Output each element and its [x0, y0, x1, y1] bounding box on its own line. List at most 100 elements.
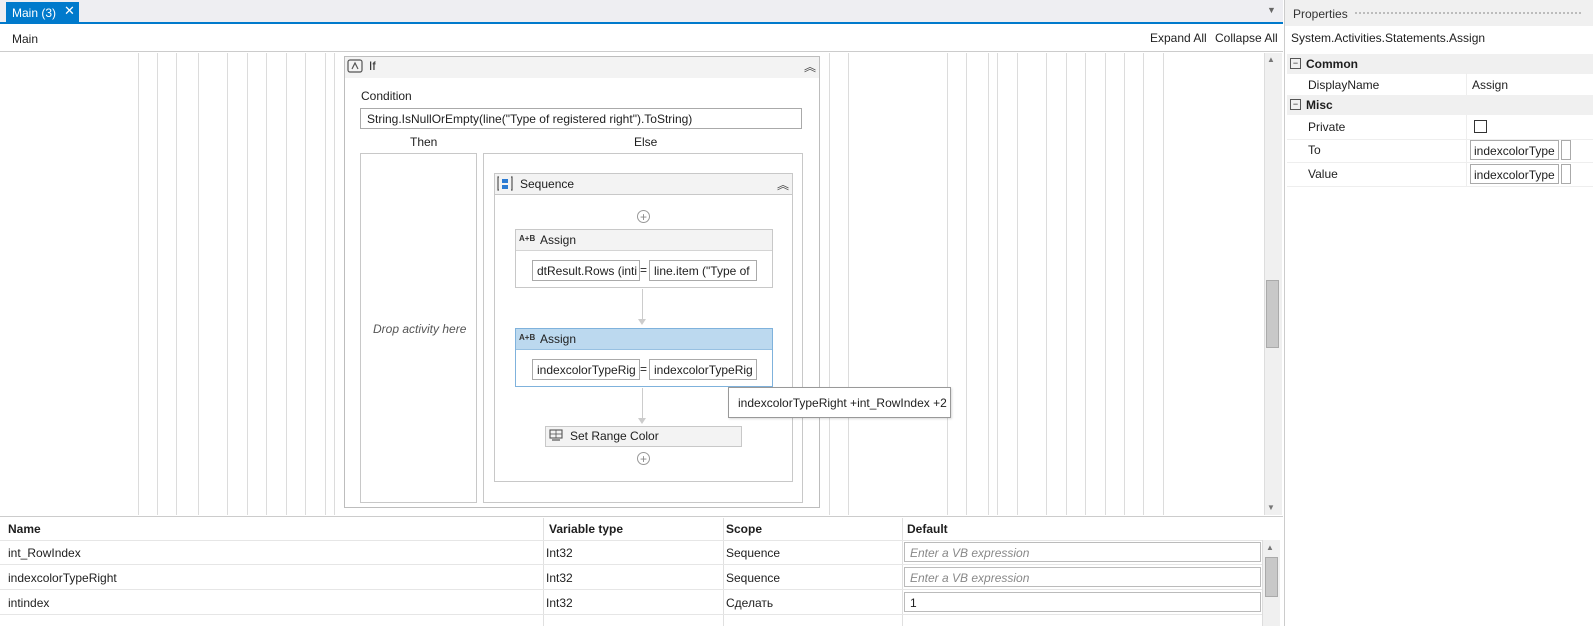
designer-header — [0, 26, 1283, 52]
condition-input[interactable]: String.IsNullOrEmpty(line("Type of regis… — [360, 108, 802, 129]
property-row-to[interactable]: To indexcolorType — [1287, 138, 1593, 163]
assign-to-field[interactable]: dtResult.Rows (inti — [532, 260, 640, 281]
nesting-guide — [334, 53, 335, 515]
property-value-input[interactable]: indexcolorType — [1470, 140, 1559, 160]
if-activity-title: If — [369, 59, 376, 73]
nesting-guide — [138, 53, 139, 515]
row-divider — [0, 540, 1262, 541]
add-activity-icon[interactable]: + — [637, 210, 650, 223]
then-label: Then — [410, 135, 438, 149]
properties-title: Properties — [1293, 7, 1348, 21]
column-separator — [723, 518, 724, 626]
scroll-up-icon[interactable]: ▲ — [1266, 543, 1274, 552]
variables-scroll-thumb[interactable] — [1265, 557, 1278, 597]
variable-name[interactable]: intindex — [8, 596, 49, 610]
nesting-guide — [997, 53, 998, 515]
nesting-guide — [1017, 53, 1018, 515]
collapse-all-button[interactable]: Collapse All — [1215, 31, 1278, 45]
breadcrumb[interactable]: Main — [12, 32, 38, 46]
add-activity-icon[interactable]: + — [637, 452, 650, 465]
assign-equals: = — [640, 263, 648, 277]
variable-default-input[interactable]: Enter a VB expression — [904, 542, 1261, 562]
variable-type[interactable]: Int32 — [546, 596, 573, 610]
assign-to-field[interactable]: indexcolorTypeRig — [532, 359, 640, 380]
tab-close-icon[interactable]: ✕ — [64, 3, 75, 19]
scroll-down-icon[interactable]: ▼ — [1267, 503, 1275, 512]
assign-value-field[interactable]: line.item ("Type of — [649, 260, 757, 281]
connector-line — [642, 289, 643, 319]
variable-type[interactable]: Int32 — [546, 546, 573, 560]
category-misc[interactable]: − Misc — [1287, 95, 1593, 115]
property-row-private[interactable]: Private — [1287, 115, 1593, 140]
nesting-guide — [848, 53, 849, 515]
row-divider — [0, 589, 1262, 590]
nesting-guide — [286, 53, 287, 515]
column-header-variable-type[interactable]: Variable type — [549, 522, 623, 536]
collapse-category-icon[interactable]: − — [1290, 58, 1301, 69]
value-tooltip: indexcolorTypeRight +int_RowIndex +2 — [728, 387, 951, 418]
tab-list-dropdown-icon[interactable]: ▼ — [1267, 5, 1276, 15]
collapse-chevron-icon[interactable]: ︽ — [804, 58, 816, 75]
sequence-title: Sequence — [520, 177, 575, 191]
assign-title: Assign — [540, 332, 577, 346]
property-row-value[interactable]: Value indexcolorType — [1287, 162, 1593, 187]
variable-scope[interactable]: Sequence — [726, 546, 780, 560]
private-checkbox[interactable] — [1474, 120, 1487, 133]
if-activity-header[interactable] — [344, 56, 820, 78]
selected-type-name: System.Activities.Statements.Assign — [1291, 31, 1486, 45]
expression-editor-button[interactable] — [1561, 140, 1571, 160]
variable-name[interactable]: int_RowIndex — [8, 546, 81, 560]
category-label: Misc — [1306, 98, 1333, 112]
nesting-guide — [176, 53, 177, 515]
category-common[interactable]: − Common — [1287, 54, 1593, 74]
assign-value-field[interactable]: indexcolorTypeRig — [649, 359, 757, 380]
property-key: Private — [1308, 120, 1346, 134]
tab-main-label: Main (3) — [12, 6, 57, 20]
column-header-name[interactable]: Name — [8, 522, 41, 536]
assign-header[interactable]: A+B Assign — [516, 329, 772, 350]
set-range-color-icon — [549, 429, 563, 441]
row-divider — [0, 614, 1262, 615]
nesting-guide — [1143, 53, 1144, 515]
condition-label: Condition — [361, 89, 412, 103]
nesting-guide — [1124, 53, 1125, 515]
nesting-guide — [829, 53, 830, 515]
variable-name[interactable]: indexcolorTypeRight — [8, 571, 117, 585]
property-separator — [1466, 162, 1467, 186]
expand-all-button[interactable]: Expand All — [1150, 31, 1207, 45]
panel-drag-grip[interactable] — [1354, 11, 1582, 16]
assign-activity-selected[interactable]: A+B Assign indexcolorTypeRig = indexcolo… — [515, 328, 773, 387]
variable-default-input[interactable]: Enter a VB expression — [904, 567, 1261, 587]
row-divider — [0, 564, 1262, 565]
column-header-default[interactable]: Default — [907, 522, 948, 536]
collapse-chevron-icon[interactable]: ︽ — [777, 176, 789, 193]
category-label: Common — [1306, 57, 1358, 71]
nesting-guide — [966, 53, 967, 515]
column-header-scope[interactable]: Scope — [726, 522, 762, 536]
connector-line — [642, 388, 643, 418]
variable-default-input[interactable]: 1 — [904, 592, 1261, 612]
collapse-category-icon[interactable]: − — [1290, 99, 1301, 110]
expression-editor-button[interactable] — [1561, 164, 1571, 184]
connector-arrow — [638, 319, 646, 325]
property-value[interactable]: Assign — [1472, 78, 1508, 92]
variable-type[interactable]: Int32 — [546, 571, 573, 585]
property-key: DisplayName — [1308, 78, 1380, 92]
assign-activity[interactable]: A+B Assign dtResult.Rows (inti = line.it… — [515, 229, 773, 288]
property-separator — [1466, 138, 1467, 162]
variable-scope[interactable]: Sequence — [726, 571, 780, 585]
nesting-guide — [1105, 53, 1106, 515]
assign-header[interactable]: A+B Assign — [516, 230, 772, 251]
nesting-guide — [157, 53, 158, 515]
nesting-guide — [305, 53, 306, 515]
nesting-guide — [1163, 53, 1164, 515]
property-separator — [1466, 73, 1467, 97]
nesting-guide — [227, 53, 228, 515]
canvas-scroll-thumb[interactable] — [1266, 280, 1279, 348]
scroll-up-icon[interactable]: ▲ — [1267, 55, 1275, 64]
assign-icon: A+B — [519, 234, 536, 243]
variable-scope[interactable]: Сделать — [726, 596, 773, 610]
nesting-guide — [247, 53, 248, 515]
property-value-input[interactable]: indexcolorType — [1470, 164, 1559, 184]
assign-equals: = — [640, 362, 648, 376]
